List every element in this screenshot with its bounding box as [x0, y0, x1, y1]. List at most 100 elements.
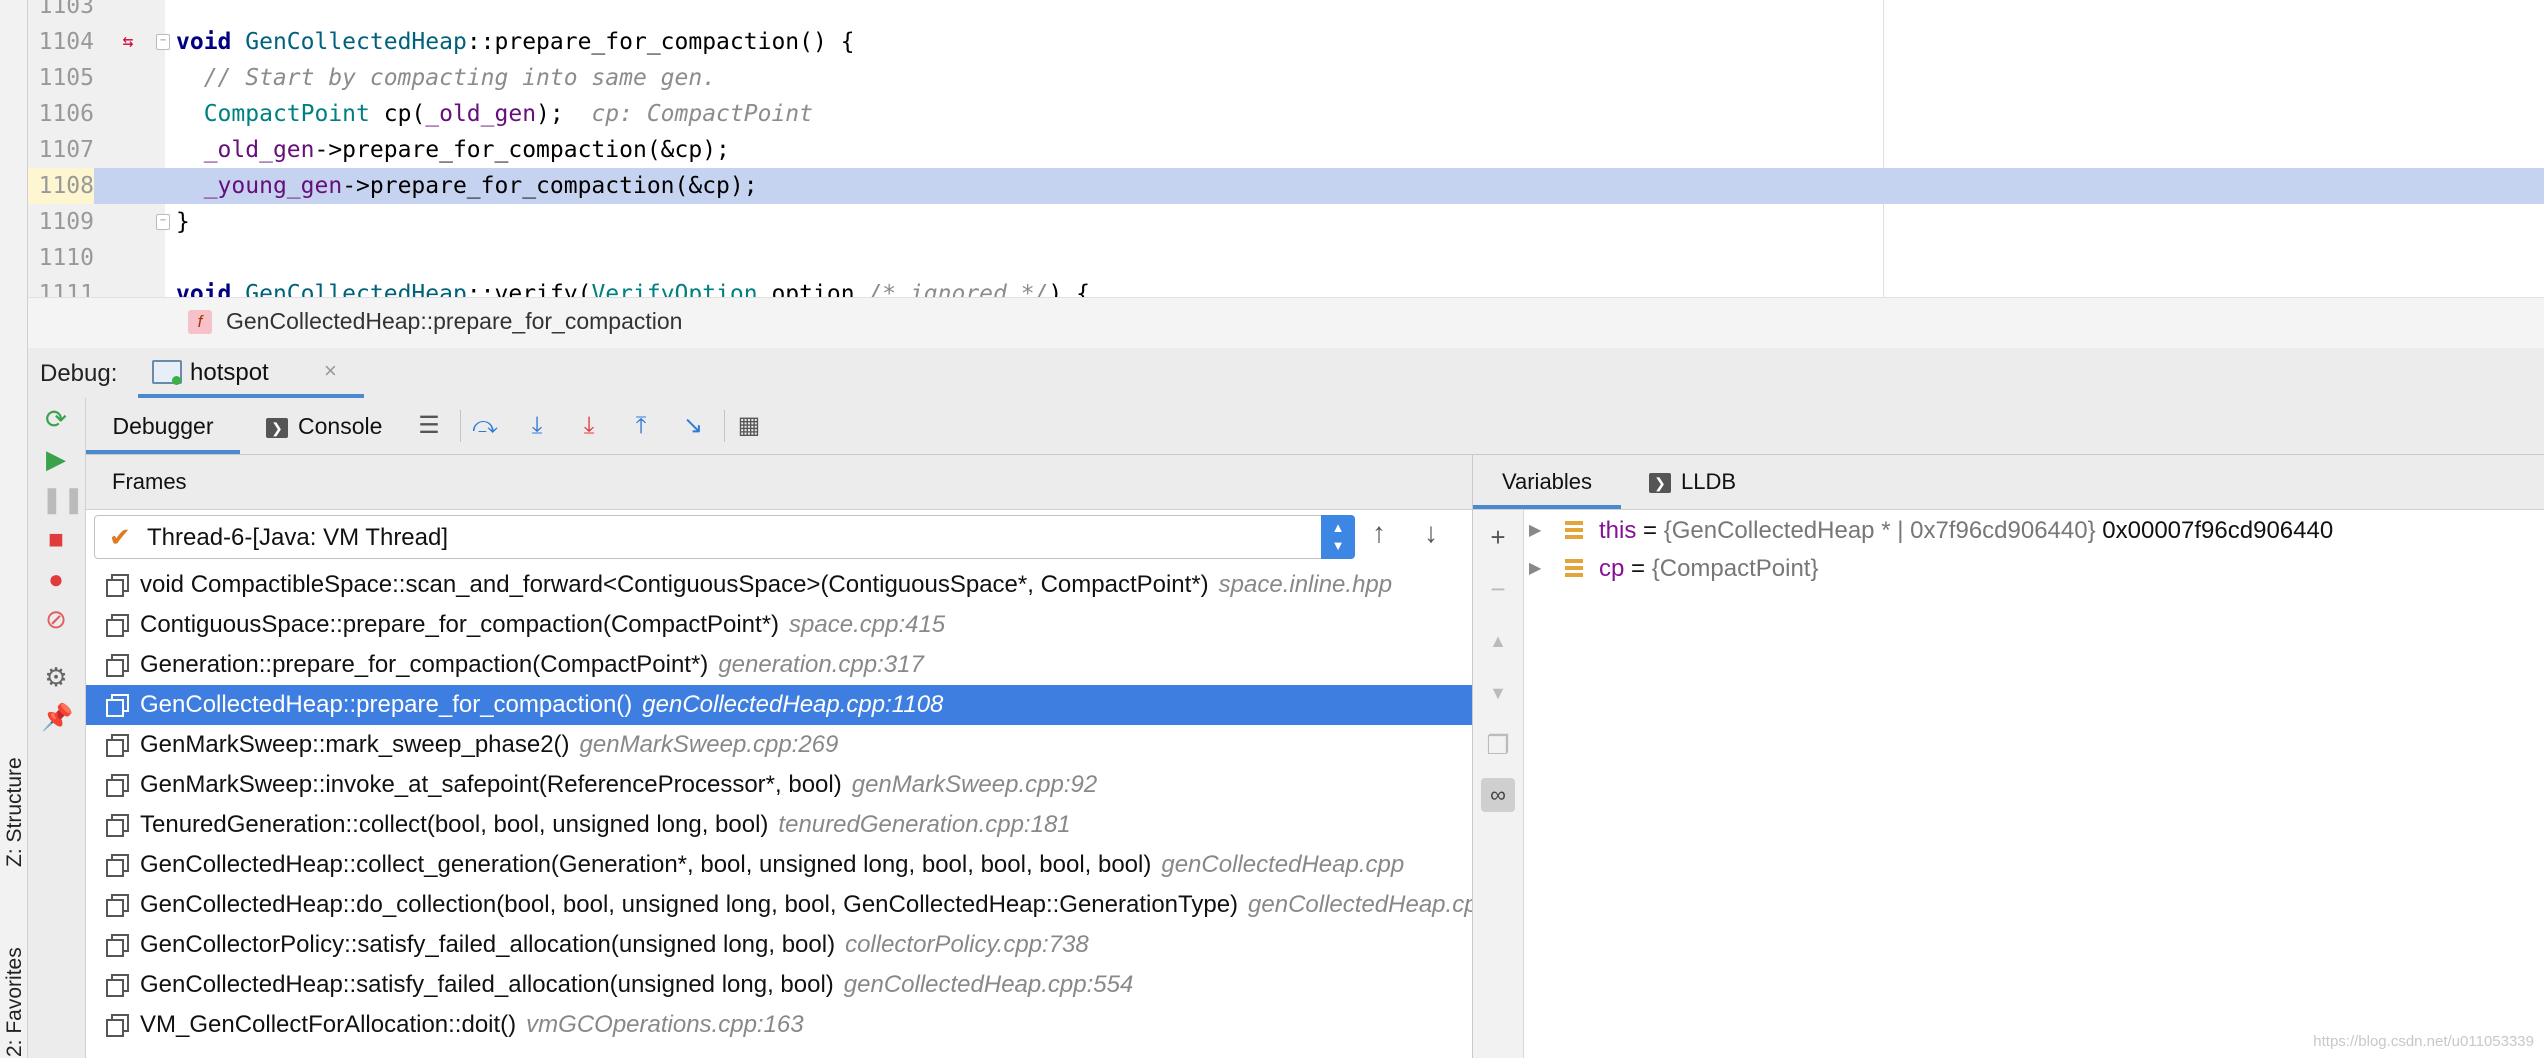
code-token: cp: CompactPoint [591, 101, 813, 127]
previous-frame-icon[interactable]: ↑ [1372, 517, 1386, 549]
stop-icon[interactable]: ■ [41, 524, 71, 554]
frame-signature: ContiguousSpace::prepare_for_compaction(… [140, 605, 945, 645]
frame-item[interactable]: GenCollectedHeap::do_collection(bool, bo… [86, 885, 1472, 925]
frame-function: GenMarkSweep::mark_sweep_phase2() [140, 731, 570, 758]
expand-arrow-icon[interactable]: ▶ [1529, 550, 1541, 588]
frame-signature: VM_GenCollectForAllocation::doit() vmGCOp… [140, 1005, 804, 1045]
code-line[interactable]: 1110 [28, 240, 2544, 276]
frame-function: ContiguousSpace::prepare_for_compaction(… [140, 611, 780, 638]
frame-function: GenCollectedHeap::satisfy_failed_allocat… [140, 971, 834, 998]
step-over-icon[interactable]: ⤼ [470, 411, 500, 441]
favorites-tab[interactable]: 2: Favorites [3, 947, 27, 1057]
watermark: https://blog.csdn.net/u011053339 [2313, 1033, 2534, 1050]
frame-item[interactable]: GenCollectedHeap::satisfy_failed_allocat… [86, 965, 1472, 1005]
override-marker-icon[interactable]: ⇆ [114, 24, 142, 60]
code-token: } [176, 209, 190, 235]
force-step-into-icon[interactable]: ⤓ [574, 411, 604, 441]
frame-item[interactable]: TenuredGeneration::collect(bool, bool, u… [86, 805, 1472, 845]
code-line[interactable]: 1111 void GenCollectedHeap::verify(Verify… [28, 276, 2544, 297]
frame-item[interactable]: GenCollectedHeap::prepare_for_compaction… [86, 685, 1472, 725]
run-to-cursor-icon[interactable]: ↘ [678, 411, 708, 441]
structure-tab[interactable]: Z: Structure [3, 757, 27, 867]
line-number[interactable]: 1106 [28, 96, 94, 132]
session-tab-hotspot[interactable]: hotspot × [138, 348, 364, 398]
variables-toolbar: + − ▲ ▼ ❐ ∞ [1473, 510, 1524, 1058]
code-token: _young_gen [203, 173, 343, 199]
pause-icon[interactable]: ❚❚ [41, 484, 85, 514]
tab-lldb[interactable]: ❯ LLDB [1649, 455, 1736, 509]
code-editor[interactable]: 1103 1104 ⇆ − void GenCollectedHeap::prepare… [28, 0, 2544, 297]
variable-type: {GenCollectedHeap * | 0x7f96cd906440} [1663, 517, 2096, 544]
line-number[interactable]: 1107 [28, 132, 94, 168]
debugger-toolbar: Debugger ❯ Console ☰ ⤼ ⤓ ⤓ ⤒ ↘ ▦ [86, 398, 2544, 455]
tab-console-label: Console [298, 413, 383, 439]
frame-item[interactable]: VM_GenCollectForAllocation::doit() vmGCOp… [86, 1005, 1472, 1045]
tab-debugger[interactable]: Debugger [86, 398, 240, 454]
add-watch-icon[interactable]: + [1481, 520, 1515, 554]
frame-signature: GenCollectedHeap::prepare_for_compaction… [140, 685, 943, 725]
breadcrumb-function[interactable]: GenCollectedHeap::prepare_for_compaction [226, 308, 682, 335]
variable-name: this [1599, 517, 1637, 544]
frame-item[interactable]: ContiguousSpace::prepare_for_compaction(… [86, 605, 1472, 645]
frame-location: collectorPolicy.cpp:738 [845, 931, 1089, 958]
evaluate-expression-icon[interactable]: ▦ [734, 411, 764, 441]
show-watches-icon[interactable]: ∞ [1481, 778, 1515, 812]
line-number[interactable]: 1109 [28, 204, 94, 240]
lldb-console-icon: ❯ [1649, 473, 1671, 494]
code-token: _old_gen [425, 101, 537, 127]
frame-location: vmGCOperations.cpp:163 [526, 1011, 804, 1038]
layout-menu-icon[interactable]: ☰ [414, 411, 444, 441]
frame-location: genCollectedHeap.cpp:554 [843, 971, 1134, 998]
code-line[interactable]: 1109 −} [28, 204, 2544, 240]
code-line[interactable]: 1103 [28, 0, 2544, 24]
variables-header: Variables ❯ LLDB [1473, 455, 2544, 510]
line-number[interactable]: 1111 [28, 276, 94, 297]
next-frame-icon[interactable]: ↓ [1424, 517, 1438, 549]
frame-location: tenuredGeneration.cpp:181 [778, 811, 1071, 838]
step-into-icon[interactable]: ⤓ [522, 411, 552, 441]
code-line[interactable]: 1106 CompactPoint cp(_old_gen); cp: Comp… [28, 96, 2544, 132]
code-line[interactable]: 1105 // Start by compacting into same ge… [28, 60, 2544, 96]
code-token: GenCollectedHeap [245, 281, 467, 297]
step-out-icon[interactable]: ⤒ [626, 411, 656, 441]
tab-variables[interactable]: Variables [1473, 455, 1621, 509]
resume-icon[interactable]: ▶ [41, 444, 71, 474]
frame-location: genMarkSweep.cpp:269 [579, 731, 839, 758]
field-icon [1565, 559, 1583, 579]
frame-item[interactable]: GenCollectorPolicy::satisfy_failed_alloc… [86, 925, 1472, 965]
frame-function: GenMarkSweep::invoke_at_safepoint(Refere… [140, 771, 842, 798]
line-number[interactable]: 1110 [28, 240, 94, 276]
close-icon[interactable]: × [324, 358, 337, 384]
code-line[interactable]: 1104 ⇆ − void GenCollectedHeap::prepare_for… [28, 24, 2544, 60]
line-number[interactable]: 1105 [28, 60, 94, 96]
mute-breakpoints-icon[interactable]: ⊘ [41, 604, 71, 634]
code-token: cp( [369, 101, 426, 127]
move-up-icon[interactable]: ▲ [1481, 624, 1515, 658]
view-breakpoints-icon[interactable]: ● [41, 564, 71, 594]
frame-item[interactable]: GenMarkSweep::invoke_at_safepoint(Refere… [86, 765, 1472, 805]
expand-arrow-icon[interactable]: ▶ [1529, 512, 1541, 550]
fold-icon[interactable]: − [156, 34, 170, 50]
frame-item[interactable]: GenMarkSweep::mark_sweep_phase2() genMark… [86, 725, 1472, 765]
code-token: _old_gen [203, 137, 315, 163]
line-number[interactable]: 1103 [28, 0, 94, 24]
frame-item[interactable]: GenCollectedHeap::collect_generation(Gen… [86, 845, 1472, 885]
code-line[interactable]: 1107 _old_gen->prepare_for_compaction(&c… [28, 132, 2544, 168]
frame-function: GenCollectedHeap::prepare_for_compaction… [140, 691, 633, 718]
frame-item[interactable]: Generation::prepare_for_compaction(Compa… [86, 645, 1472, 685]
line-number[interactable]: 1108 [28, 168, 94, 204]
dropdown-arrows-icon[interactable]: ▲ ▼ [1321, 515, 1355, 559]
remove-watch-icon[interactable]: − [1481, 572, 1515, 606]
pin-icon[interactable]: 📌 [41, 702, 73, 732]
rerun-icon[interactable]: ⟳ [41, 404, 71, 434]
code-line[interactable]: 1108 _young_gen->prepare_for_compaction(… [28, 168, 2544, 204]
frame-item[interactable]: void CompactibleSpace::scan_and_forward<… [86, 567, 1472, 605]
line-number[interactable]: 1104 [28, 24, 94, 60]
thread-selector[interactable]: ✔ Thread-6-[Java: VM Thread] ▲ ▼ [94, 515, 1355, 559]
frame-signature: void CompactibleSpace::scan_and_forward<… [140, 567, 1392, 605]
settings-icon[interactable]: ⚙ [41, 662, 71, 692]
code-token: ->prepare_for_compaction(&cp); [342, 173, 758, 199]
copy-icon[interactable]: ❐ [1481, 728, 1515, 762]
fold-icon[interactable]: − [156, 214, 170, 230]
move-down-icon[interactable]: ▼ [1481, 676, 1515, 710]
